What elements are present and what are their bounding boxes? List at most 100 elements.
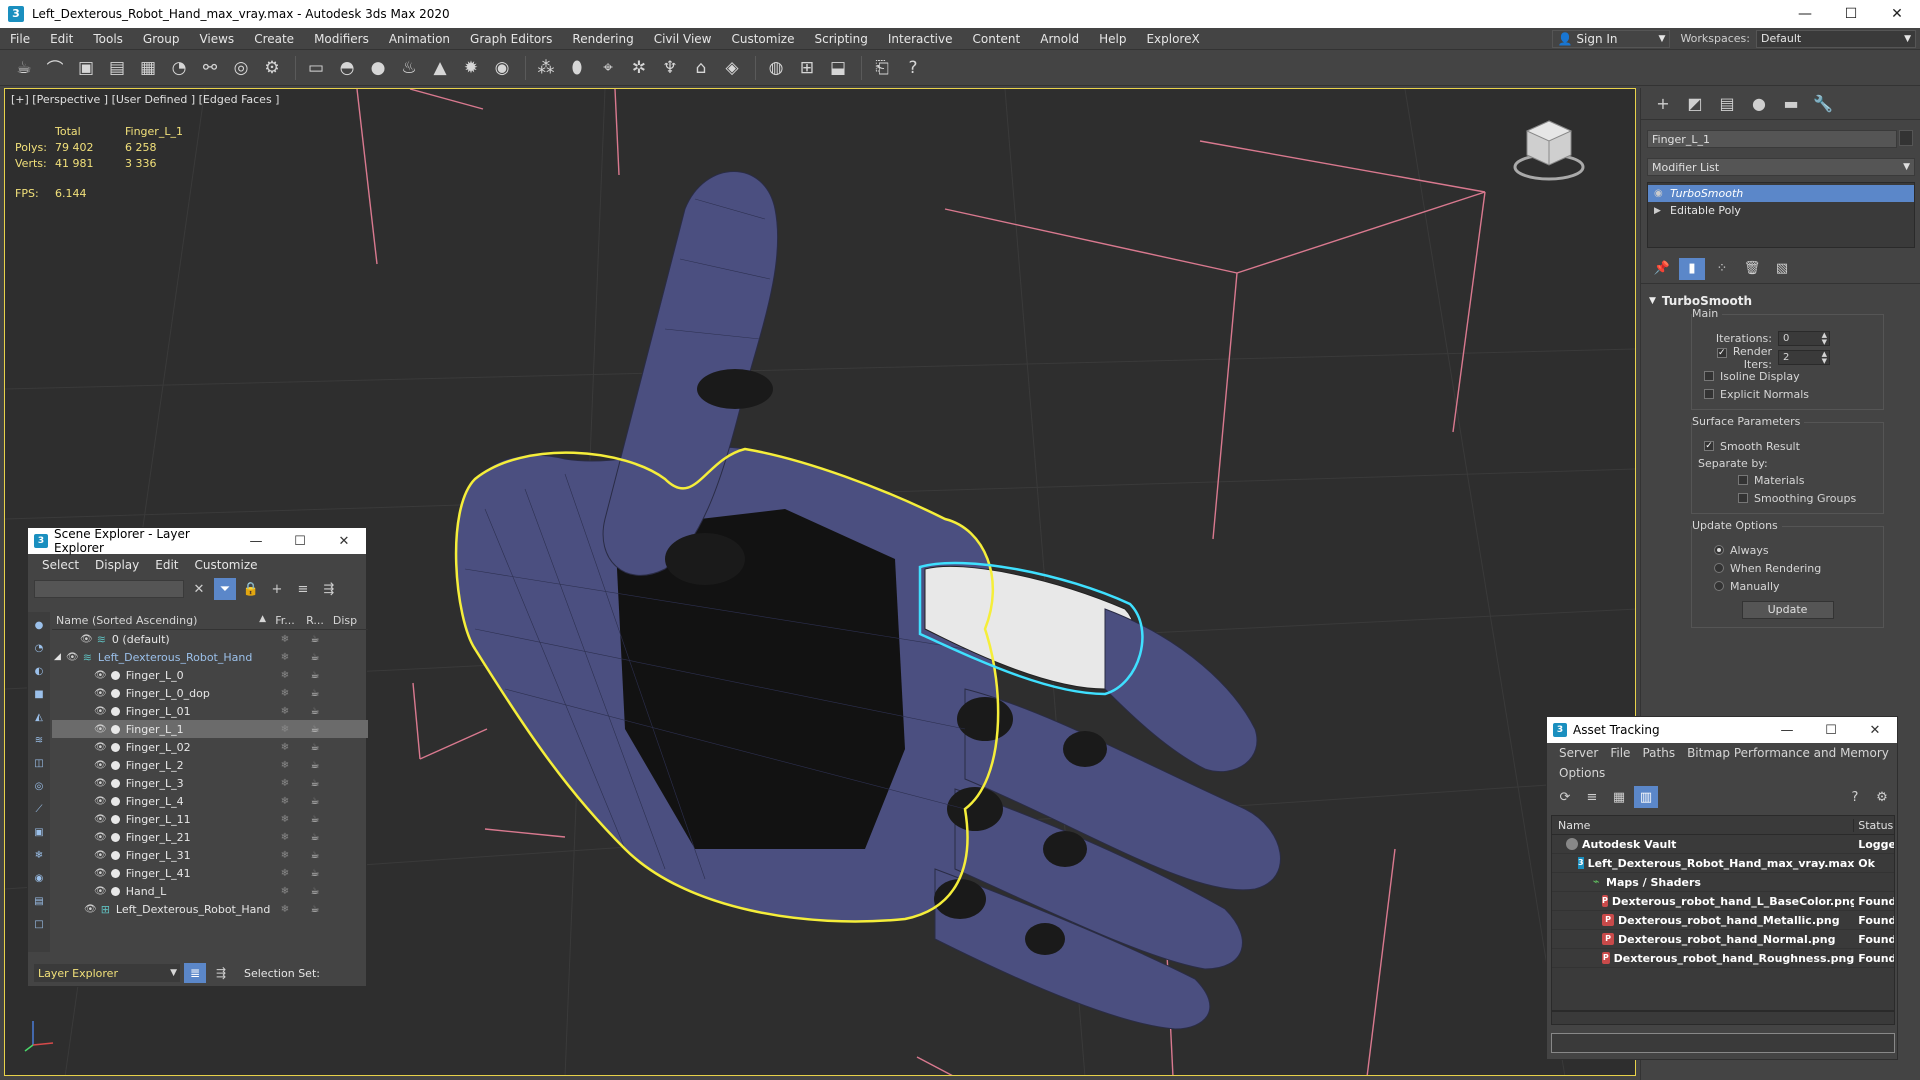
fog-icon[interactable]: ◈ [718, 54, 746, 82]
table-row[interactable]: 👁 ⊞ Left_Dexterous_Robot_Hand ❄ ☕ [52, 900, 368, 918]
column-display[interactable]: Disp [330, 614, 360, 627]
renderable-toggle-icon[interactable]: ☕ [300, 760, 330, 771]
table-row[interactable]: ◢ 👁 ≋ Left_Dexterous_Robot_Hand ❄ ☕ [52, 648, 368, 666]
freeze-toggle-icon[interactable]: ❄ [270, 724, 300, 735]
layers-icon[interactable]: ≡ [292, 578, 314, 600]
hdri-icon[interactable]: ⌂ [687, 54, 715, 82]
at-menu-bitmap-performance[interactable]: Bitmap Performance and Memory [1681, 746, 1895, 760]
table-row[interactable]: P Dexterous_robot_hand_Roughness.png Found [1552, 949, 1894, 968]
dome-icon[interactable]: ◓ [333, 54, 361, 82]
camera-icon[interactable]: ⌖ [594, 54, 622, 82]
renderable-toggle-icon[interactable]: ☕ [300, 796, 330, 807]
table-view-icon[interactable]: ▥ [1634, 786, 1658, 808]
freeze-toggle-icon[interactable]: ❄ [270, 706, 300, 717]
iterations-spinner[interactable]: 0 ▲ ▼ [1778, 331, 1830, 346]
menu-views[interactable]: Views [189, 28, 244, 50]
table-row[interactable]: 👁 Finger_L_0_dop ❄ ☕ [52, 684, 368, 702]
capsule-icon[interactable]: ⬮ [563, 54, 591, 82]
help-icon[interactable]: ? [899, 54, 927, 82]
sun-icon[interactable]: ✹ [457, 54, 485, 82]
renderable-toggle-icon[interactable]: ☕ [300, 706, 330, 717]
open-scene-icon[interactable]: ⌒ [41, 54, 69, 82]
table-row[interactable]: 👁 Finger_L_02 ❄ ☕ [52, 738, 368, 756]
at-menu-paths[interactable]: Paths [1636, 746, 1681, 760]
display-groups-icon[interactable]: ◫ [30, 754, 48, 772]
materials-row[interactable]: Materials [1698, 471, 1877, 489]
pin-stack-icon[interactable]: 📌 [1649, 258, 1675, 280]
freeze-toggle-icon[interactable]: ❄ [270, 652, 300, 663]
smooth-result-checkbox[interactable]: ✓ [1704, 441, 1714, 451]
eye-icon[interactable]: 👁 [94, 724, 107, 735]
asset-path-field[interactable] [1551, 1033, 1895, 1053]
eye-icon[interactable]: 👁 [80, 634, 93, 645]
menu-help[interactable]: Help [1089, 28, 1136, 50]
hierarchy-tab-icon[interactable]: ▤ [1713, 91, 1741, 117]
configure-sets-icon[interactable]: ▧ [1769, 258, 1795, 280]
display-hidden-icon[interactable]: ◉ [30, 869, 48, 887]
close-button[interactable]: ✕ [1853, 723, 1897, 738]
renderable-toggle-icon[interactable]: ☕ [300, 634, 330, 645]
table-row[interactable]: 👁 Finger_L_21 ❄ ☕ [52, 828, 368, 846]
explorer-mode-dropdown[interactable]: Layer Explorer ▼ [34, 964, 180, 982]
renderable-toggle-icon[interactable]: ☕ [300, 652, 330, 663]
freeze-toggle-icon[interactable]: ❄ [270, 796, 300, 807]
eye-icon[interactable]: 👁 [94, 760, 107, 771]
table-row[interactable]: 👁 Finger_L_2 ❄ ☕ [52, 756, 368, 774]
eye-icon[interactable]: 👁 [94, 670, 107, 681]
maximize-button[interactable]: ☐ [1809, 723, 1853, 738]
menu-file[interactable]: File [0, 28, 40, 50]
menu-group[interactable]: Group [133, 28, 190, 50]
display-containers-icon[interactable]: ▣ [30, 823, 48, 841]
export-icon[interactable]: ⎗ [868, 54, 896, 82]
column-status[interactable]: Status [1854, 819, 1894, 832]
column-frozen[interactable]: Fr... [270, 614, 300, 627]
close-button[interactable]: ✕ [1874, 0, 1920, 28]
render-setup-icon[interactable]: ▤ [103, 54, 131, 82]
table-row[interactable]: P Dexterous_robot_hand_Normal.png Found [1552, 930, 1894, 949]
eye-icon[interactable]: ◉ [1654, 188, 1670, 199]
horizontal-scrollbar[interactable] [1551, 1011, 1895, 1025]
lock-icon[interactable]: 🔒 [240, 578, 262, 600]
render-iters-checkbox[interactable]: ✓ [1716, 347, 1727, 358]
when-rendering-radio[interactable] [1714, 563, 1724, 573]
list-view-icon[interactable]: ≡ [1580, 786, 1604, 808]
stack-item-editable-poly[interactable]: ▶ Editable Poly [1648, 202, 1914, 219]
help-icon[interactable]: ? [1843, 786, 1867, 808]
display-geometry-icon[interactable]: ● [30, 616, 48, 634]
renderable-toggle-icon[interactable]: ☕ [300, 886, 330, 897]
lightbulb-icon[interactable]: ◔ [165, 54, 193, 82]
eye-icon[interactable]: 👁 [94, 832, 107, 843]
table-row[interactable]: 3 Left_Dexterous_Robot_Hand_max_vray.max O… [1552, 854, 1894, 873]
menu-interactive[interactable]: Interactive [878, 28, 963, 50]
table-row[interactable]: 👁 Finger_L_11 ❄ ☕ [52, 810, 368, 828]
column-name[interactable]: Name (Sorted Ascending) ▲ [52, 614, 270, 627]
table-row[interactable]: 👁 ≋ 0 (default) ❄ ☕ [52, 630, 368, 648]
menu-explorex[interactable]: ExploreX [1136, 28, 1209, 50]
globe-icon[interactable]: ◍ [762, 54, 790, 82]
menu-content[interactable]: Content [963, 28, 1031, 50]
scene-explorer-titlebar[interactable]: 3 Scene Explorer - Layer Explorer — ☐ ✕ [28, 527, 366, 555]
add-layer-icon[interactable]: + [266, 578, 288, 600]
table-row[interactable]: 👁 Finger_L_0 ❄ ☕ [52, 666, 368, 684]
se-menu-customize[interactable]: Customize [187, 558, 266, 572]
render-iters-spinner[interactable]: 2 ▲ ▼ [1778, 350, 1830, 365]
eye-icon[interactable]: 👁 [94, 796, 107, 807]
se-menu-select[interactable]: Select [34, 558, 87, 572]
minimize-button[interactable]: — [1782, 0, 1828, 28]
menu-rendering[interactable]: Rendering [562, 28, 643, 50]
smoothing-groups-checkbox[interactable] [1738, 493, 1748, 503]
eye-icon[interactable]: 👁 [94, 688, 107, 699]
eye-icon[interactable]: 👁 [94, 742, 107, 753]
renderable-toggle-icon[interactable]: ☕ [300, 778, 330, 789]
sign-in-dropdown[interactable]: 👤 Sign In ▼ [1552, 29, 1671, 48]
clear-search-icon[interactable]: ✕ [188, 578, 210, 600]
update-button[interactable]: Update [1741, 601, 1834, 619]
eye-icon[interactable]: 👁 [84, 904, 97, 915]
show-end-result-icon[interactable]: ▮ [1679, 257, 1705, 280]
renderable-toggle-icon[interactable]: ☕ [300, 742, 330, 753]
renderable-toggle-icon[interactable]: ☕ [300, 670, 330, 681]
material-grid-icon[interactable]: ▦ [134, 54, 162, 82]
explicit-normals-row[interactable]: Explicit Normals [1698, 385, 1877, 403]
at-menu-file[interactable]: File [1604, 746, 1636, 760]
display-tab-icon[interactable]: ▬ [1777, 91, 1805, 117]
